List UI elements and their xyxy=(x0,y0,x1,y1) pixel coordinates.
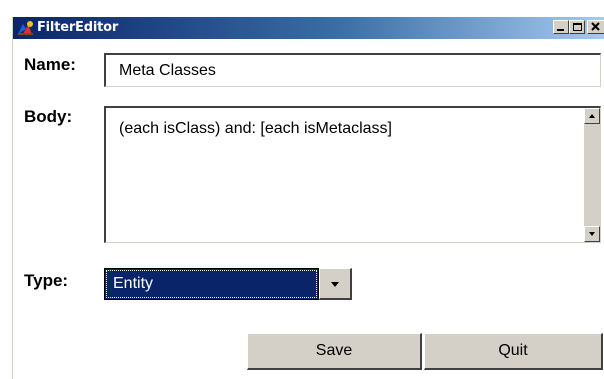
body-textarea[interactable]: (each isClass) and: [each isMetaclass] xyxy=(104,106,601,243)
minimize-icon xyxy=(557,29,564,31)
chevron-down-icon xyxy=(331,282,339,287)
scroll-down-button[interactable] xyxy=(584,226,600,242)
window-title: FilterEditor xyxy=(37,20,119,35)
quit-button[interactable]: Quit xyxy=(424,333,603,370)
body-textarea-value: (each isClass) and: [each isMetaclass] xyxy=(119,120,392,137)
name-label: Name: xyxy=(24,55,76,74)
name-field-value: Meta Classes xyxy=(119,62,216,79)
scroll-down-icon xyxy=(589,232,595,236)
filter-editor-window: FilterEditor Name: Meta Classes Body: (e… xyxy=(12,17,604,379)
save-button[interactable]: Save xyxy=(247,333,422,370)
body-scrollbar[interactable] xyxy=(584,108,600,242)
scroll-up-icon xyxy=(589,114,595,118)
type-dropdown-button[interactable] xyxy=(319,268,352,300)
body-label: Body: xyxy=(24,107,73,126)
type-select-text: Entity xyxy=(113,275,154,292)
type-label: Type: xyxy=(24,271,69,290)
type-select-value[interactable]: Entity xyxy=(104,268,319,300)
minimize-button[interactable] xyxy=(553,20,569,34)
maximize-icon xyxy=(573,23,582,31)
maximize-button[interactable] xyxy=(569,20,585,34)
scroll-up-button[interactable] xyxy=(584,108,600,124)
name-field[interactable]: Meta Classes xyxy=(104,53,601,87)
filter-editor-icon xyxy=(18,21,33,35)
close-icon xyxy=(591,22,600,31)
type-select[interactable]: Entity xyxy=(104,268,352,300)
close-button[interactable] xyxy=(587,20,604,34)
title-bar[interactable]: FilterEditor xyxy=(13,17,604,39)
